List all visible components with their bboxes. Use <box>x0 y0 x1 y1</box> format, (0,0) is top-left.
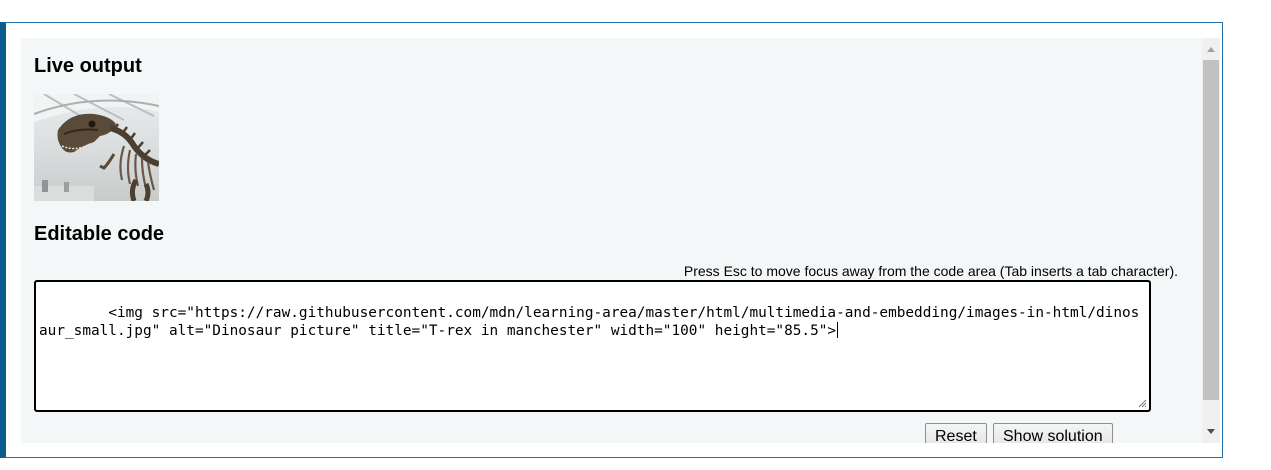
dinosaur-illustration <box>34 94 159 201</box>
scroll-down-button[interactable] <box>1202 423 1220 441</box>
live-output-heading: Live output <box>34 55 142 77</box>
triangle-up-icon <box>1207 47 1215 52</box>
panel-content: Live output Editable code Press Esc to m… <box>21 38 1202 443</box>
show-solution-button[interactable]: Show solution <box>993 423 1113 443</box>
resize-grip-icon[interactable] <box>1137 398 1147 408</box>
example-panel[interactable]: Live output Editable code Press Esc to m… <box>21 38 1220 443</box>
editable-code-heading: Editable code <box>34 223 165 245</box>
example-frame: Live output Editable code Press Esc to m… <box>0 22 1223 458</box>
text-caret <box>837 322 839 338</box>
vertical-scrollbar[interactable] <box>1202 38 1220 443</box>
code-textarea[interactable]: <img src="https://raw.githubusercontent.… <box>34 280 1151 412</box>
focus-hint: Press Esc to move focus away from the co… <box>683 263 1178 279</box>
scrollbar-thumb[interactable] <box>1203 60 1219 400</box>
triangle-down-icon <box>1207 429 1215 434</box>
code-text: <img src="https://raw.githubusercontent.… <box>39 305 1140 339</box>
reset-button[interactable]: Reset <box>925 423 987 443</box>
scroll-up-button[interactable] <box>1202 40 1220 58</box>
dinosaur-image <box>34 94 159 201</box>
